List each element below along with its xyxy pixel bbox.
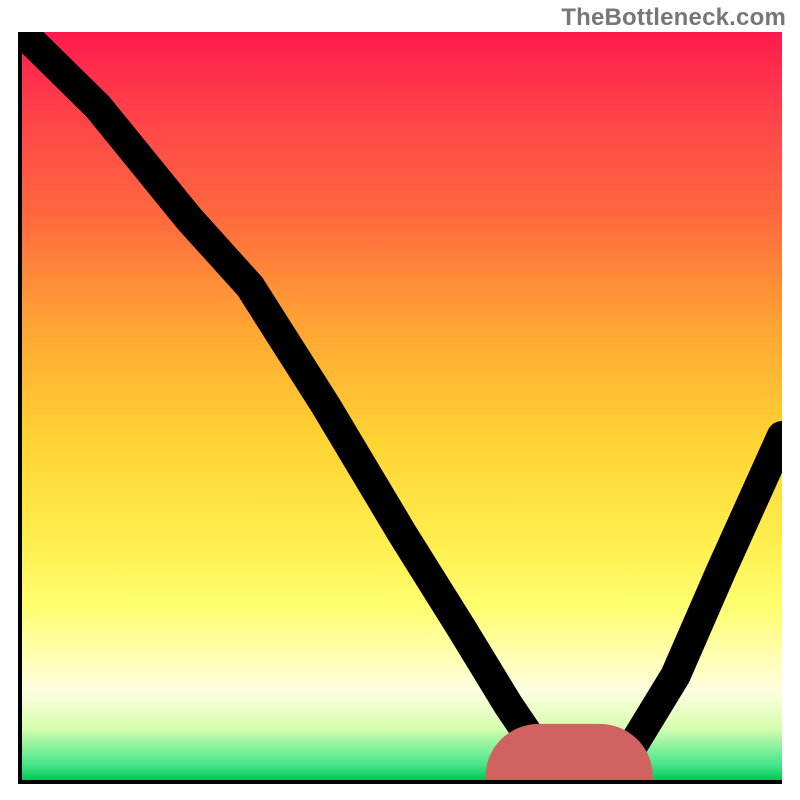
chart-root: TheBottleneck.com: [0, 0, 800, 800]
plot-area: [18, 32, 782, 784]
curve-svg: [22, 32, 782, 780]
bottleneck-curve: [22, 32, 782, 773]
watermark: TheBottleneck.com: [561, 4, 786, 32]
